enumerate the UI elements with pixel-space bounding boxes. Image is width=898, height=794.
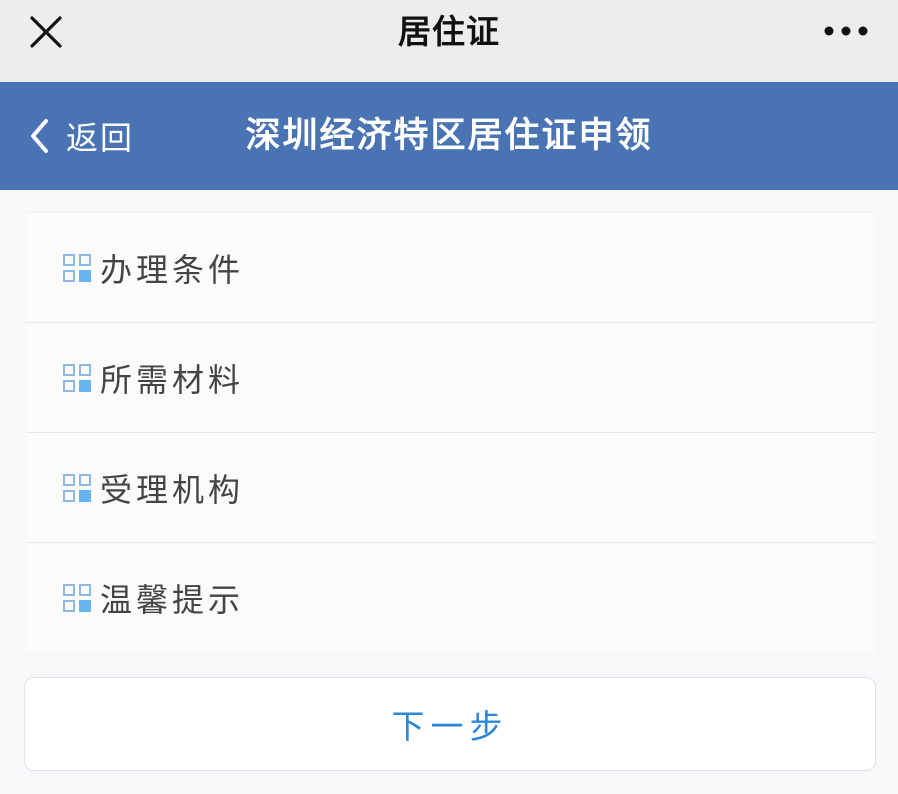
grid-icon (62, 473, 92, 503)
page-header: 返回 深圳经济特区居住证申领 (0, 82, 898, 190)
menu-list: 办理条件 所需材料 受理机构 温馨提示 (26, 212, 876, 653)
more-button[interactable] (818, 14, 874, 48)
main-content: 办理条件 所需材料 受理机构 温馨提示 下一步 (0, 190, 898, 794)
menu-item-conditions[interactable]: 办理条件 (26, 213, 876, 323)
grid-icon (62, 253, 92, 283)
next-step-button[interactable]: 下一步 (24, 677, 876, 771)
back-label: 返回 (66, 119, 135, 157)
menu-item-label: 受理机构 (100, 470, 245, 509)
next-step-label: 下一步 (391, 707, 509, 746)
back-button[interactable]: 返回 (28, 106, 134, 166)
menu-item-label: 温馨提示 (100, 581, 245, 619)
grid-icon (62, 583, 92, 613)
window-title-bar: 居住证 (0, 0, 898, 82)
menu-item-label: 所需材料 (100, 360, 245, 399)
page-title: 深圳经济特区居住证申领 (245, 116, 653, 156)
menu-item-label: 办理条件 (100, 250, 245, 289)
more-icon (824, 26, 868, 36)
menu-item-agency[interactable]: 受理机构 (26, 433, 876, 543)
window-title: 居住证 (398, 12, 500, 51)
chevron-left-icon (31, 119, 48, 153)
menu-item-materials[interactable]: 所需材料 (26, 323, 876, 433)
menu-item-tips[interactable]: 温馨提示 (26, 543, 876, 653)
grid-icon (62, 363, 92, 393)
